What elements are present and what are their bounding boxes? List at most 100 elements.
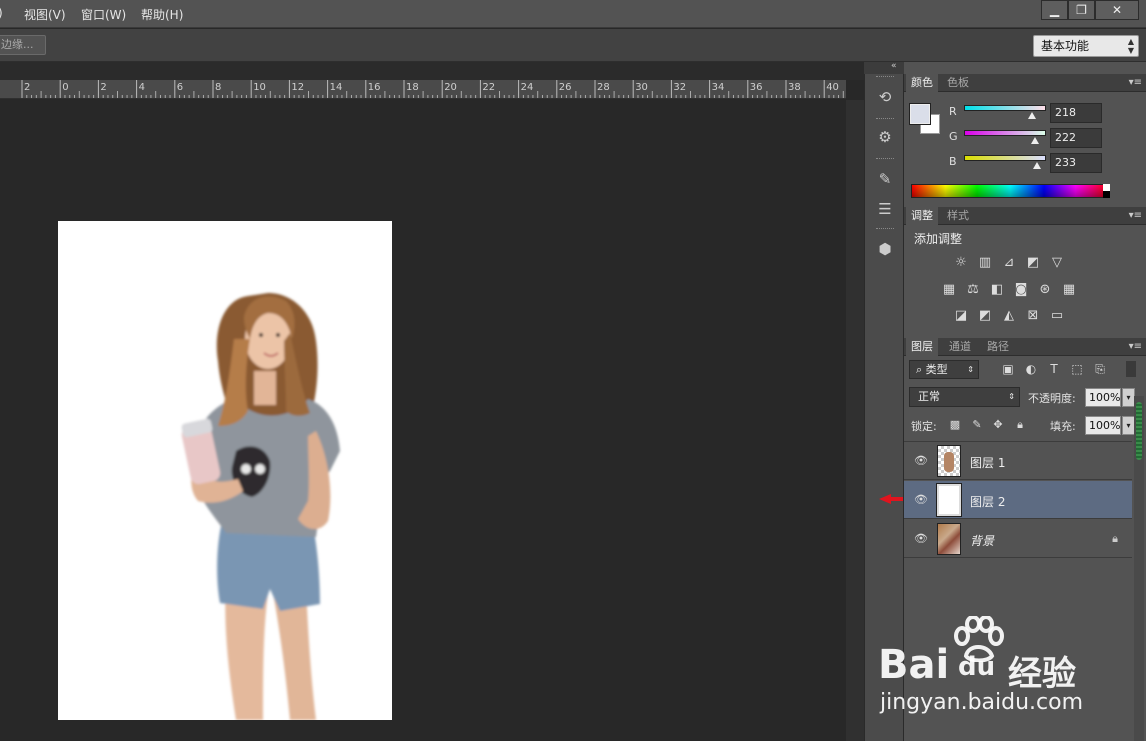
slider-g-thumb[interactable] [1031, 137, 1039, 144]
fill-label: 填充: [1050, 420, 1076, 433]
3d-cube-icon[interactable]: ⬢ [874, 238, 896, 260]
slider-r[interactable] [964, 105, 1046, 111]
tab-swatches[interactable]: 色板 [942, 74, 974, 92]
ruler-tick-label: 36 [749, 82, 763, 93]
tab-layers[interactable]: 图层 [906, 338, 938, 356]
posterize-icon[interactable]: ◩ [976, 308, 994, 324]
lock-position-icon[interactable]: ✥ [991, 418, 1005, 432]
lock-transparent-icon[interactable]: ▩ [948, 418, 962, 432]
layer-name[interactable]: 背景 [970, 532, 994, 549]
tab-paths[interactable]: 路径 [982, 338, 1014, 356]
brightness-icon[interactable]: ☼ [952, 255, 970, 271]
options-bar: 边缘... [0, 29, 1146, 62]
slider-r-thumb[interactable] [1028, 112, 1036, 119]
threshold-icon[interactable]: ◭ [1000, 308, 1018, 324]
color-lookup-icon[interactable]: ▦ [1060, 282, 1078, 298]
slider-b-thumb[interactable] [1033, 162, 1041, 169]
color-spectrum[interactable] [911, 184, 1110, 198]
lock-all-icon[interactable]: 🔒︎ [1013, 418, 1027, 432]
opacity-input[interactable]: 100% [1085, 388, 1121, 407]
strip-grip[interactable] [876, 228, 894, 231]
tab-color[interactable]: 颜色 [906, 74, 938, 92]
search-icon: ⌕ [916, 363, 926, 376]
layer-lock-icon: 🔒︎ [1112, 532, 1118, 545]
layers-scroll-thumb[interactable] [1136, 402, 1142, 460]
fill-input[interactable]: 100% [1085, 416, 1121, 435]
select-arrows-icon: ⇕ [967, 365, 974, 374]
value-b-input[interactable]: 233 [1050, 153, 1102, 173]
brush-presets-icon[interactable]: ✎ [874, 168, 896, 190]
strip-grip[interactable] [876, 158, 894, 161]
menu-item-view[interactable]: 视图(V) [24, 6, 66, 23]
vibrance-icon[interactable]: ▽ [1048, 255, 1066, 271]
menu-item-partial[interactable]: ) [0, 6, 3, 20]
color-balance-icon[interactable]: ⚖ [964, 282, 982, 298]
layer-kind-filter[interactable]: ⌕ 类型 ⇕ [909, 360, 979, 379]
document-canvas[interactable] [58, 221, 392, 720]
selective-color-icon[interactable]: ⊠ [1024, 308, 1042, 324]
baidu-watermark: Bai du 经验 jingyan.baidu.com [878, 612, 1128, 722]
filter-adjustment-icon[interactable]: ◐ [1023, 361, 1039, 377]
value-r-input[interactable]: 218 [1050, 103, 1102, 123]
menu-item-window[interactable]: 窗口(W) [81, 6, 126, 23]
layer-row-1[interactable]: 👁︎ 图层 1 [904, 442, 1132, 480]
blend-mode-select[interactable]: 正常 ⇕ [909, 387, 1020, 407]
properties-icon[interactable]: ⚙ [874, 126, 896, 148]
workspace-select[interactable]: 基本功能 ▲ ▼ [1033, 35, 1139, 57]
hue-saturation-icon[interactable]: ▦ [940, 282, 958, 298]
ruler-tick-label: 30 [635, 82, 648, 93]
photo-filter-icon[interactable]: ◙ [1012, 282, 1030, 298]
filter-toggle-icon[interactable] [1126, 361, 1136, 377]
restore-button[interactable]: ❐ [1068, 0, 1095, 20]
tab-styles[interactable]: 样式 [942, 207, 974, 225]
black-white-swatch[interactable] [1103, 184, 1110, 198]
panel-menu-icon[interactable]: ▾≡ [1129, 341, 1142, 352]
lock-image-icon[interactable]: ✎ [970, 418, 984, 432]
layers-panel-tabs: 图层 通道 路径 ▾≡ [904, 338, 1146, 356]
slider-b[interactable] [964, 155, 1046, 161]
value-g-input[interactable]: 222 [1050, 128, 1102, 148]
horizontal-ruler[interactable]: 2 0 2 4 6 8 10 12 14 16 18 20 22 24 26 28 30 32 34 36 38 40 [0, 80, 846, 99]
visibility-eye-icon[interactable]: 👁︎ [914, 454, 928, 468]
red-arrow-icon [879, 494, 903, 504]
visibility-eye-icon[interactable]: 👁︎ [914, 493, 928, 507]
girl-photo [181, 293, 340, 720]
ruler-tick-label: 20 [444, 82, 457, 93]
strip-grip[interactable] [876, 76, 894, 79]
adjust-panel-tabs: 调整 样式 ▾≡ [904, 207, 1146, 225]
layer-name[interactable]: 图层 2 [970, 493, 1005, 510]
menu-item-help[interactable]: 帮助(H) [141, 6, 183, 23]
brush-settings-icon[interactable]: ☰ [874, 198, 896, 220]
strip-grip[interactable] [876, 118, 894, 121]
layer-row-2[interactable]: 👁︎ 图层 2 [904, 481, 1132, 519]
layer-row-background[interactable]: 👁︎ 背景 🔒︎ [904, 520, 1132, 558]
foreground-color-swatch[interactable] [909, 103, 931, 125]
ruler-tick-label: 12 [291, 82, 305, 93]
refine-edge-button[interactable]: 边缘... [0, 35, 46, 55]
minimize-button[interactable]: ▁ [1041, 0, 1068, 20]
filter-type-icon[interactable]: T [1046, 361, 1062, 377]
levels-icon[interactable]: ▥ [976, 255, 994, 271]
exposure-icon[interactable]: ◩ [1024, 255, 1042, 271]
layer-name[interactable]: 图层 1 [970, 454, 1005, 471]
black-white-icon[interactable]: ◧ [988, 282, 1006, 298]
select-arrows-icon: ⇕ [1008, 392, 1015, 401]
layer-thumbnail [937, 445, 961, 477]
filter-smart-object-icon[interactable]: ⎘ [1092, 361, 1108, 377]
gradient-map-icon[interactable]: ▭ [1048, 308, 1066, 324]
tab-channels[interactable]: 通道 [944, 338, 976, 356]
slider-g[interactable] [964, 130, 1046, 136]
ruler-tick-label: 16 [367, 82, 381, 93]
panel-menu-icon[interactable]: ▾≡ [1129, 77, 1142, 88]
close-button[interactable]: ✕ [1095, 0, 1139, 20]
filter-shape-icon[interactable]: ⬚ [1069, 361, 1085, 377]
filter-pixel-icon[interactable]: ▣ [1000, 361, 1016, 377]
collapse-left-icon[interactable]: « [891, 61, 897, 71]
visibility-eye-icon[interactable]: 👁︎ [914, 532, 928, 546]
curves-icon[interactable]: ⊿ [1000, 255, 1018, 271]
channel-mixer-icon[interactable]: ⊛ [1036, 282, 1054, 298]
panel-menu-icon[interactable]: ▾≡ [1129, 210, 1142, 221]
tab-adjustments[interactable]: 调整 [906, 207, 938, 225]
history-icon[interactable]: ⟲ [874, 86, 896, 108]
invert-icon[interactable]: ◪ [952, 308, 970, 324]
